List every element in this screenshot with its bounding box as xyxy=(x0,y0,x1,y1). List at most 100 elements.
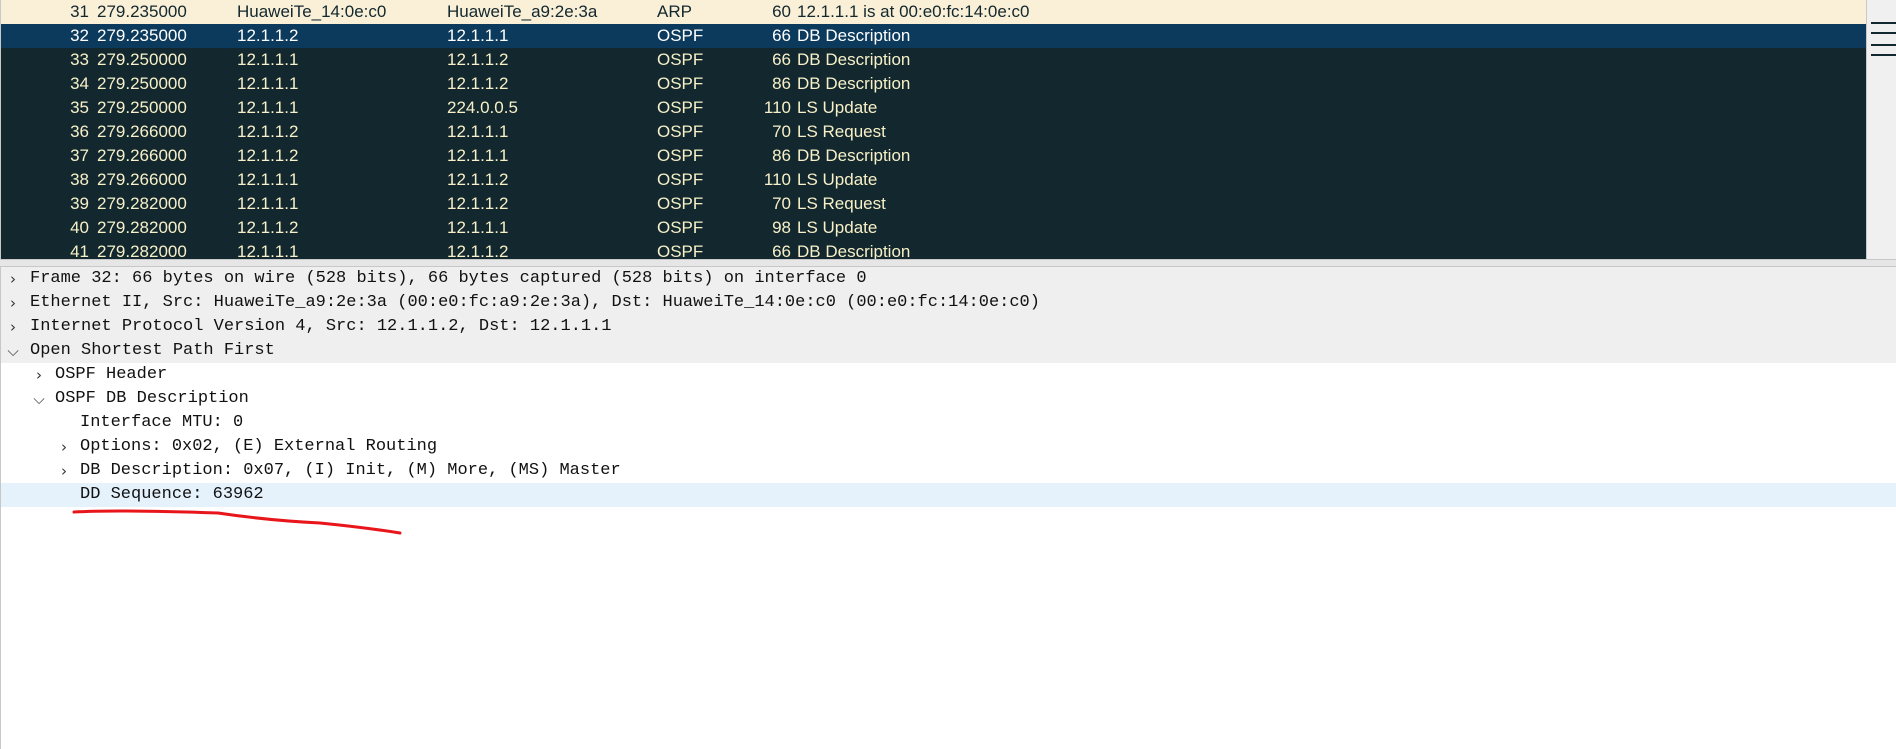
tree-item-label: DD Sequence: 63962 xyxy=(80,485,264,504)
packet-info: DB Description xyxy=(797,74,911,93)
packet-protocol: OSPF xyxy=(657,50,704,69)
packet-row-31[interactable]: 31 279.235000 HuaweiTe_14:0e:c0 HuaweiTe… xyxy=(1,0,1866,24)
packet-row-41[interactable]: 41 279.282000 12.1.1.1 12.1.1.2 OSPF 66 … xyxy=(1,240,1866,259)
packet-protocol: OSPF xyxy=(657,194,704,213)
packet-source: 12.1.1.1 xyxy=(237,50,299,69)
tree-item-interface-mtu[interactable]: Interface MTU: 0 xyxy=(1,411,1896,435)
packet-row-33[interactable]: 33 279.250000 12.1.1.1 12.1.1.2 OSPF 66 … xyxy=(1,48,1866,72)
tree-item-label: Frame 32: 66 bytes on wire (528 bits), 6… xyxy=(30,269,867,288)
packet-row-38[interactable]: 38 279.266000 12.1.1.1 12.1.1.2 OSPF 110… xyxy=(1,168,1866,192)
tree-item-options[interactable]: › Options: 0x02, (E) External Routing xyxy=(1,435,1896,459)
tree-item-label: Interface MTU: 0 xyxy=(80,413,244,432)
packet-protocol: OSPF xyxy=(657,218,704,237)
packet-source: 12.1.1.1 xyxy=(237,242,299,259)
packet-length: 86 xyxy=(772,74,791,93)
packet-length: 70 xyxy=(772,122,791,141)
tree-item-frame[interactable]: › Frame 32: 66 bytes on wire (528 bits),… xyxy=(1,267,1896,291)
packet-source: 12.1.1.1 xyxy=(237,194,299,213)
packet-row-40[interactable]: 40 279.282000 12.1.1.2 12.1.1.1 OSPF 98 … xyxy=(1,216,1866,240)
packet-info: DB Description xyxy=(797,50,911,69)
chevron-right-icon[interactable]: › xyxy=(56,435,72,459)
packet-destination: 12.1.1.1 xyxy=(447,146,509,165)
packet-number: 38 xyxy=(70,170,89,189)
packet-destination: 224.0.0.5 xyxy=(447,98,518,117)
packet-destination: 12.1.1.2 xyxy=(447,170,509,189)
packet-length: 98 xyxy=(772,218,791,237)
packet-protocol: OSPF xyxy=(657,98,704,117)
packet-row-37[interactable]: 37 279.266000 12.1.1.2 12.1.1.1 OSPF 86 … xyxy=(1,144,1866,168)
tree-item-ospf-db-description[interactable]: ⌵ OSPF DB Description xyxy=(1,387,1896,411)
packet-row-34[interactable]: 34 279.250000 12.1.1.1 12.1.1.2 OSPF 86 … xyxy=(1,72,1866,96)
packet-info: LS Request xyxy=(797,122,886,141)
packet-row-36[interactable]: 36 279.266000 12.1.1.2 12.1.1.1 OSPF 70 … xyxy=(1,120,1866,144)
packet-source: 12.1.1.2 xyxy=(237,146,299,165)
scrollbar-marker xyxy=(1871,22,1896,24)
packet-destination: 12.1.1.1 xyxy=(447,26,509,45)
packet-info: DB Description xyxy=(797,146,911,165)
tree-item-ospf-header[interactable]: › OSPF Header xyxy=(1,363,1896,387)
packet-protocol: OSPF xyxy=(657,146,704,165)
packet-time: 279.235000 xyxy=(97,26,187,45)
tree-item-db-description-flags[interactable]: › DB Description: 0x07, (I) Init, (M) Mo… xyxy=(1,459,1896,483)
packet-protocol: OSPF xyxy=(657,26,704,45)
packet-number: 40 xyxy=(70,218,89,237)
packet-info: 12.1.1.1 is at 00:e0:fc:14:0e:c0 xyxy=(797,2,1030,21)
chevron-down-icon[interactable]: ⌵ xyxy=(5,339,21,363)
chevron-down-icon[interactable]: ⌵ xyxy=(31,387,47,411)
packet-length: 60 xyxy=(772,2,791,21)
packet-protocol: ARP xyxy=(657,2,692,21)
scrollbar-marker xyxy=(1871,54,1896,56)
packet-list-scrollbar[interactable] xyxy=(1866,0,1896,259)
packet-length: 110 xyxy=(763,98,791,117)
packet-source: 12.1.1.2 xyxy=(237,26,299,45)
packet-source: 12.1.1.1 xyxy=(237,74,299,93)
tree-item-ip[interactable]: › Internet Protocol Version 4, Src: 12.1… xyxy=(1,315,1896,339)
packet-list[interactable]: 31 279.235000 HuaweiTe_14:0e:c0 HuaweiTe… xyxy=(0,0,1866,259)
packet-length: 70 xyxy=(772,194,791,213)
packet-source: HuaweiTe_14:0e:c0 xyxy=(237,2,387,21)
packet-details-tree[interactable]: › Frame 32: 66 bytes on wire (528 bits),… xyxy=(0,267,1896,749)
packet-time: 279.235000 xyxy=(97,2,187,21)
tree-item-dd-sequence[interactable]: DD Sequence: 63962 xyxy=(1,483,1896,507)
packet-length: 66 xyxy=(772,242,791,259)
chevron-right-icon[interactable]: › xyxy=(56,459,72,483)
packet-row-35[interactable]: 35 279.250000 12.1.1.1 224.0.0.5 OSPF 11… xyxy=(1,96,1866,120)
chevron-right-icon[interactable]: › xyxy=(5,267,21,291)
packet-info: LS Request xyxy=(797,194,886,213)
packet-destination: 12.1.1.1 xyxy=(447,218,509,237)
packet-number: 39 xyxy=(70,194,89,213)
packet-time: 279.250000 xyxy=(97,74,187,93)
packet-time: 279.282000 xyxy=(97,242,187,259)
packet-number: 31 xyxy=(70,2,89,21)
pane-splitter[interactable] xyxy=(0,259,1896,267)
chevron-right-icon[interactable]: › xyxy=(5,291,21,315)
packet-source: 12.1.1.1 xyxy=(237,170,299,189)
packet-protocol: OSPF xyxy=(657,122,704,141)
tree-item-label: Open Shortest Path First xyxy=(30,341,275,360)
packet-row-39[interactable]: 39 279.282000 12.1.1.1 12.1.1.2 OSPF 70 … xyxy=(1,192,1866,216)
packet-number: 33 xyxy=(70,50,89,69)
scrollbar-marker xyxy=(1871,32,1896,34)
packet-number: 35 xyxy=(70,98,89,117)
packet-length: 66 xyxy=(772,26,791,45)
packet-protocol: OSPF xyxy=(657,74,704,93)
packet-protocol: OSPF xyxy=(657,170,704,189)
packet-row-32-selected[interactable]: 32 279.235000 12.1.1.2 12.1.1.1 OSPF 66 … xyxy=(1,24,1866,48)
tree-item-label: Options: 0x02, (E) External Routing xyxy=(80,437,438,456)
packet-source: 12.1.1.2 xyxy=(237,218,299,237)
tree-item-label: Ethernet II, Src: HuaweiTe_a9:2e:3a (00:… xyxy=(30,293,1040,312)
packet-length: 110 xyxy=(763,170,791,189)
packet-length: 86 xyxy=(772,146,791,165)
packet-info: DB Description xyxy=(797,26,911,45)
packet-source: 12.1.1.1 xyxy=(237,98,299,117)
chevron-right-icon[interactable]: › xyxy=(5,315,21,339)
packet-info: LS Update xyxy=(797,170,878,189)
packet-number: 34 xyxy=(70,74,89,93)
tree-item-label: DB Description: 0x07, (I) Init, (M) More… xyxy=(80,461,621,480)
scrollbar-marker xyxy=(1871,44,1896,46)
tree-item-ethernet[interactable]: › Ethernet II, Src: HuaweiTe_a9:2e:3a (0… xyxy=(1,291,1896,315)
packet-info: DB Description xyxy=(797,242,911,259)
chevron-right-icon[interactable]: › xyxy=(31,363,47,387)
tree-item-ospf[interactable]: ⌵ Open Shortest Path First xyxy=(1,339,1896,363)
packet-destination: 12.1.1.2 xyxy=(447,242,509,259)
